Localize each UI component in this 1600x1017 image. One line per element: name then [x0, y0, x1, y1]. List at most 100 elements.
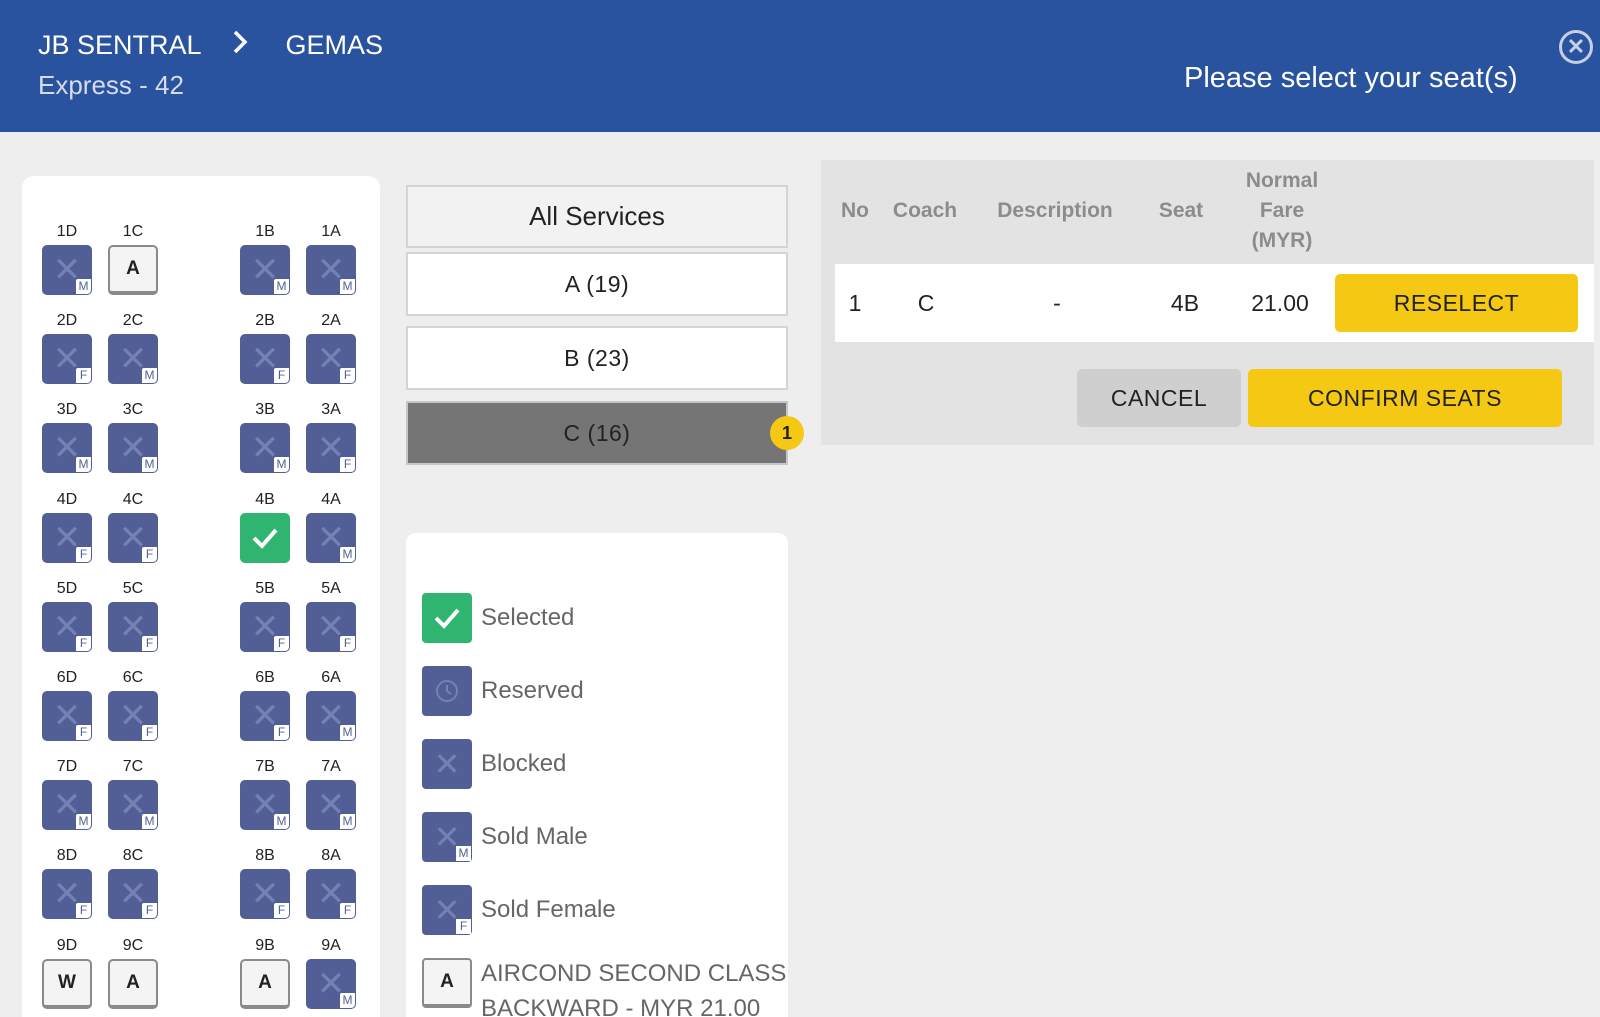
seat-9b[interactable]: A [240, 958, 290, 1009]
seat-1b[interactable]: ✕ M [240, 245, 290, 295]
gender-badge: F [274, 903, 289, 919]
seat-label: 5A [321, 579, 341, 597]
seat-label: 9B [255, 936, 275, 954]
seat-7d[interactable]: ✕ M [42, 780, 92, 831]
legend-sold-male: ✕ M Sold Male [422, 812, 588, 862]
seat-label: 6A [321, 669, 341, 686]
class-description: AIRCOND SECOND CLASS BACKWARD - MYR 21.0… [481, 956, 786, 1017]
gender-badge: M [340, 992, 355, 1008]
seat-6a[interactable]: ✕ M [306, 691, 356, 741]
seat-2b[interactable]: ✕ F [240, 334, 290, 385]
seat-8a[interactable]: ✕ F [306, 869, 356, 920]
seat-label: 7D [56, 758, 78, 776]
gender-badge: F [76, 546, 91, 562]
route: JB SENTRAL GEMAS [38, 30, 383, 61]
coach-tab-a[interactable]: A (19) [406, 252, 788, 316]
gender-badge: M [142, 814, 157, 830]
gender-badge: F [274, 725, 289, 740]
seat-label: 5D [56, 579, 78, 597]
checkmark-icon [252, 528, 278, 549]
gender-badge: F [142, 635, 157, 651]
seat-9d[interactable]: W [42, 958, 92, 1009]
seat-legend: Selected Reserved ✕ Blocked ✕ M Sold Mal… [406, 533, 788, 1017]
seat-4c[interactable]: ✕ F [108, 512, 158, 563]
seat-label: 8C [122, 847, 144, 865]
header-fare-line: (MYR) [1251, 229, 1313, 252]
seat-3b[interactable]: ✕ M [240, 423, 290, 474]
cancel-button[interactable]: CANCEL [1077, 369, 1241, 427]
seat-5c[interactable]: ✕ F [108, 601, 158, 652]
legend-blocked: ✕ Blocked [422, 739, 566, 789]
seat-7b[interactable]: ✕ M [240, 780, 290, 831]
gender-badge: M [274, 814, 289, 830]
gender-badge: F [340, 368, 355, 384]
seat-3c[interactable]: ✕ M [108, 423, 158, 474]
gender-badge: F [142, 903, 157, 919]
seat-3a[interactable]: ✕ F [306, 423, 356, 474]
seat-label: 9A [321, 936, 341, 954]
seat-7a[interactable]: ✕ M [306, 780, 356, 831]
selected-count-badge: 1 [770, 416, 804, 450]
gender-badge: M [76, 814, 91, 830]
gender-badge: M [76, 279, 91, 294]
seat-7c[interactable]: ✕ M [108, 780, 158, 831]
seat-label: 6D [56, 669, 78, 686]
seat-4a[interactable]: ✕ M [306, 512, 356, 563]
seat-label: 3A [321, 401, 341, 419]
seat-label: 2B [255, 312, 275, 330]
seat-label: 6B [255, 669, 275, 686]
reselect-button[interactable]: RESELECT [1335, 274, 1578, 332]
gender-badge: M [142, 457, 157, 473]
seat-5d[interactable]: ✕ F [42, 601, 92, 652]
seat-8d[interactable]: ✕ F [42, 869, 92, 920]
coach-tab-b[interactable]: B (23) [406, 326, 788, 390]
seat-2d[interactable]: ✕ F [42, 334, 92, 385]
gender-badge: F [76, 903, 91, 919]
chevron-right-icon [232, 30, 248, 61]
seat-4d[interactable]: ✕ F [42, 512, 92, 563]
legend-label: Reserved [481, 677, 584, 704]
header-fare-line: Normal [1245, 169, 1319, 192]
seat-6b[interactable]: ✕ F [240, 691, 290, 741]
coach-tab-c[interactable]: C (16) [406, 401, 788, 465]
seat-label: 8D [56, 847, 78, 865]
seat-label: 2A [321, 312, 341, 330]
seat-label: 3D [56, 401, 78, 419]
legend-selected: Selected [422, 593, 574, 643]
page-title: Please select your seat(s) [1184, 62, 1518, 94]
selection-table: No Coach Description Seat Normal Fare (M… [821, 160, 1594, 445]
close-button[interactable]: ✕ [1559, 30, 1593, 64]
seat-2c[interactable]: ✕ M [108, 334, 158, 385]
legend-reserved: Reserved [422, 666, 584, 716]
seat-2a[interactable]: ✕ F [306, 334, 356, 385]
cell-fare: 21.00 [1251, 290, 1309, 316]
seat-label: 1C [122, 223, 144, 240]
seat-8c[interactable]: ✕ F [108, 869, 158, 920]
seat-1c[interactable]: A [108, 245, 158, 295]
seat-9c[interactable]: A [108, 958, 158, 1009]
seat-map: 1D ✕ M 1C A 1B ✕ M 1A ✕ M 2D ✕ F 2C ✕ M 2B ✕ F 2A ✕ F 3D ✕ M 3C ✕ M 3… [22, 176, 380, 1017]
confirm-seats-button[interactable]: CONFIRM SEATS [1248, 369, 1562, 427]
seat-1d[interactable]: ✕ M [42, 245, 92, 295]
all-services-button[interactable]: All Services [406, 185, 788, 248]
seat-label: 4D [56, 490, 78, 508]
seat-5a[interactable]: ✕ F [306, 601, 356, 652]
seat-5b[interactable]: ✕ F [240, 601, 290, 652]
seat-1a[interactable]: ✕ M [306, 245, 356, 295]
seat-label: 4C [122, 490, 144, 508]
seat-4b[interactable] [240, 512, 290, 563]
seat-6d[interactable]: ✕ F [42, 691, 92, 741]
cell-description: - [1053, 290, 1061, 316]
seat-3d[interactable]: ✕ M [42, 423, 92, 474]
gender-badge: M [274, 279, 289, 294]
seat-6c[interactable]: ✕ F [108, 691, 158, 741]
seat-label: 4A [321, 490, 341, 508]
seat-8b[interactable]: ✕ F [240, 869, 290, 920]
gender-badge: F [340, 903, 355, 919]
gender-badge: F [76, 635, 91, 651]
seat-9a[interactable]: ✕ M [306, 958, 356, 1009]
seat-label: 9C [122, 936, 144, 954]
gender-badge: F [142, 546, 157, 562]
seat-label: 3B [255, 401, 275, 419]
cell-coach: C [917, 290, 935, 316]
